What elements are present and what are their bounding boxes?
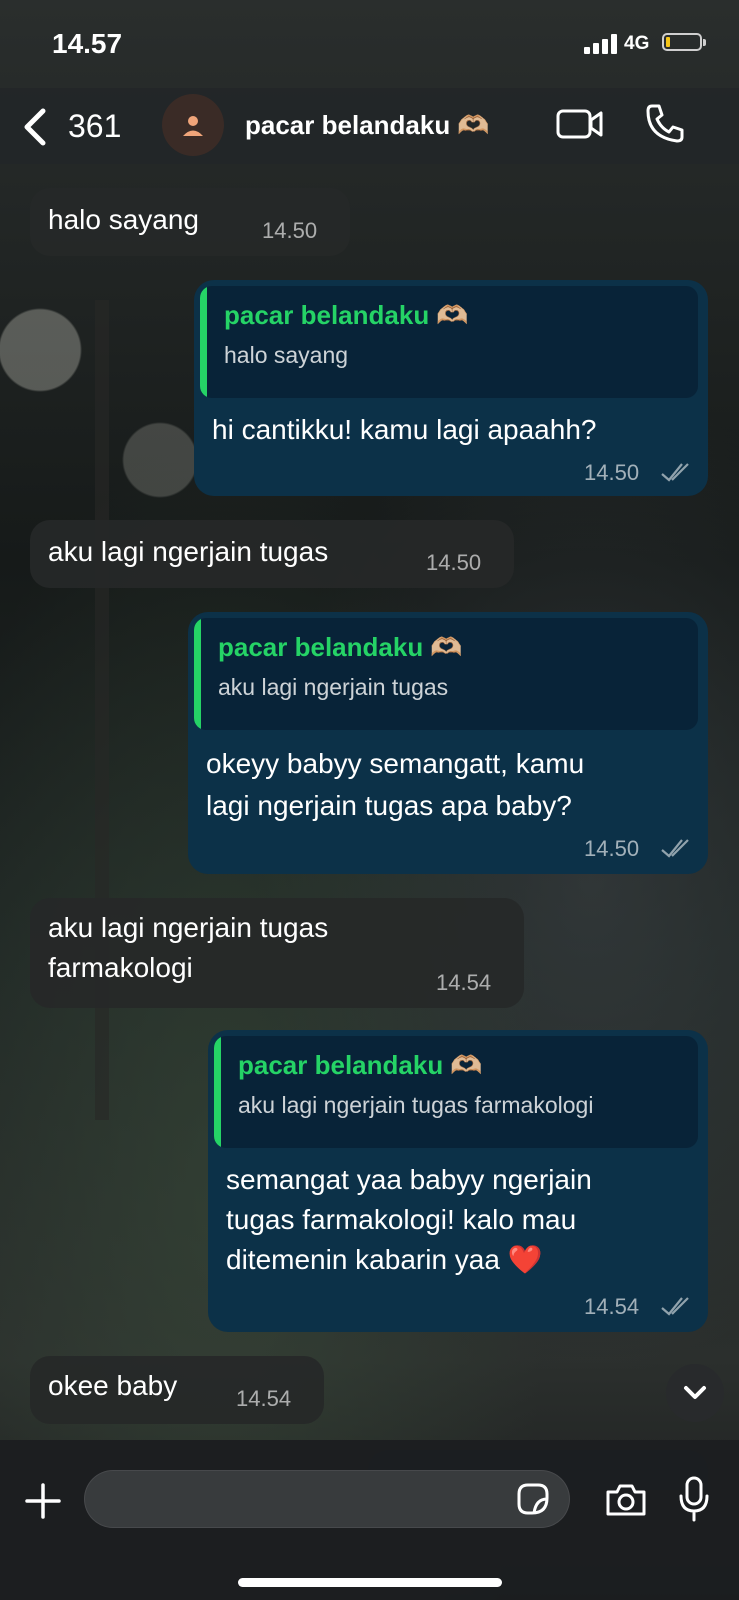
message-incoming[interactable]: aku lagi ngerjain tugas 14.50: [30, 520, 514, 588]
camera-icon[interactable]: [604, 1482, 648, 1518]
message-time: 14.50: [426, 550, 482, 575]
quote-text: aku lagi ngerjain tugas farmakologi: [238, 1092, 594, 1118]
status-time: 14.57: [52, 28, 123, 59]
message-outgoing[interactable]: pacar belandaku 🫶🏼 halo sayang hi cantik…: [194, 280, 708, 496]
message-text: tugas farmakologi! kalo mau: [226, 1204, 577, 1235]
message-incoming[interactable]: halo sayang 14.50: [30, 188, 350, 256]
message-text: halo sayang: [48, 204, 200, 235]
status-bar: 14.57 4G: [0, 0, 739, 88]
avatar[interactable]: [162, 94, 224, 156]
scroll-to-bottom-button[interactable]: [666, 1364, 724, 1422]
phone-icon: [646, 104, 684, 143]
plus-icon[interactable]: [22, 1480, 64, 1522]
message-text: okeyy babyy semangatt, kamu: [206, 748, 585, 779]
message-incoming[interactable]: okee baby 14.54: [30, 1356, 324, 1424]
message-time: 14.54: [236, 1386, 292, 1411]
message-outgoing[interactable]: pacar belandaku 🫶🏼 aku lagi ngerjain tug…: [208, 1030, 708, 1332]
message-time: 14.50: [584, 460, 640, 485]
quote-text: aku lagi ngerjain tugas: [218, 674, 449, 700]
battery-icon: [662, 33, 706, 51]
message-time: 14.50: [262, 218, 318, 243]
microphone-icon[interactable]: [678, 1476, 710, 1522]
message-input[interactable]: [84, 1470, 570, 1528]
chevron-down-icon: [684, 1386, 706, 1399]
message-text: aku lagi ngerjain tugas: [48, 912, 329, 943]
unread-count: 361: [68, 108, 122, 144]
message-text: lagi ngerjain tugas apa baby?: [206, 790, 572, 821]
quoted-message[interactable]: pacar belandaku 🫶🏼 aku lagi ngerjain tug…: [194, 618, 698, 730]
chevron-left-icon: [24, 108, 46, 146]
message-text: hi cantikku! kamu lagi apaahh?: [212, 414, 597, 445]
person-icon: [183, 116, 203, 136]
message-text: aku lagi ngerjain tugas: [48, 536, 329, 567]
back-button[interactable]: 361: [22, 102, 142, 148]
video-call-button[interactable]: [556, 106, 604, 142]
video-icon: [556, 109, 603, 139]
voice-call-button[interactable]: [644, 102, 686, 144]
message-text: okee baby: [48, 1370, 178, 1401]
message-text: farmakologi: [48, 952, 193, 983]
double-check-icon: [661, 463, 689, 482]
double-check-icon: [661, 839, 689, 858]
message-time: 14.54: [584, 1294, 640, 1319]
message-incoming[interactable]: aku lagi ngerjain tugas farmakologi 14.5…: [30, 898, 524, 1008]
chat-header: 361 pacar belandaku 🫶🏼: [0, 88, 739, 164]
double-check-icon: [661, 1297, 689, 1316]
quote-text: halo sayang: [224, 342, 349, 368]
quote-author: pacar belandaku 🫶🏼: [224, 300, 469, 330]
home-indicator[interactable]: [238, 1578, 502, 1587]
signal-icon: [584, 34, 620, 54]
quoted-message[interactable]: pacar belandaku 🫶🏼 aku lagi ngerjain tug…: [214, 1036, 698, 1148]
quote-author: pacar belandaku 🫶🏼: [218, 632, 463, 662]
network-type: 4G: [624, 33, 650, 54]
message-time: 14.54: [436, 970, 492, 995]
message-text: ditemenin kabarin yaa ❤️: [226, 1244, 543, 1275]
message-time: 14.50: [584, 836, 640, 861]
sticker-icon[interactable]: [516, 1482, 550, 1516]
quote-author: pacar belandaku 🫶🏼: [238, 1050, 483, 1080]
message-outgoing[interactable]: pacar belandaku 🫶🏼 aku lagi ngerjain tug…: [188, 612, 708, 874]
message-text: semangat yaa babyy ngerjain: [226, 1164, 592, 1195]
contact-name[interactable]: pacar belandaku 🫶🏼: [245, 110, 490, 141]
message-input-bar: [0, 1440, 739, 1600]
quoted-message[interactable]: pacar belandaku 🫶🏼 halo sayang: [200, 286, 698, 398]
